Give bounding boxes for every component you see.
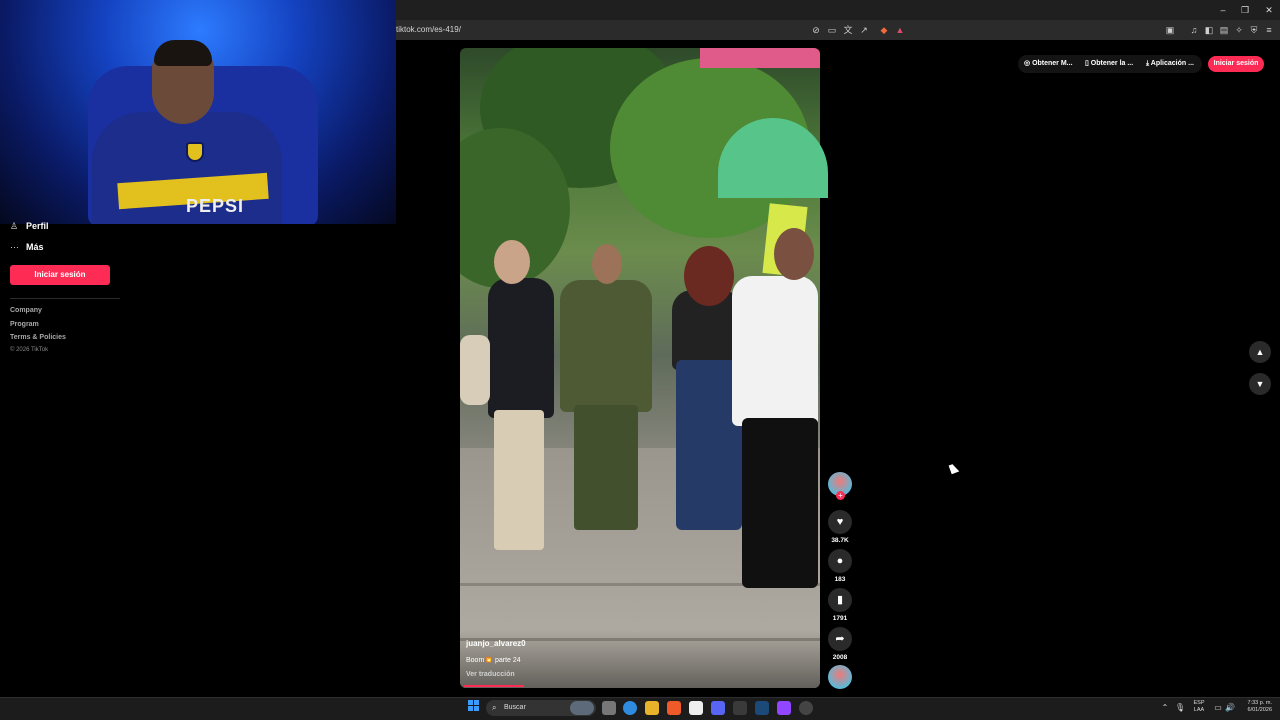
jersey-sponsor-logo: PEPSI: [186, 196, 245, 216]
webcam-overlay: PEPSI: [0, 0, 396, 224]
no-tracking-icon[interactable]: ⊘: [810, 24, 822, 36]
language-indicator[interactable]: ESP LAA: [1192, 700, 1206, 714]
vpn-icon[interactable]: ⛨: [1248, 24, 1260, 36]
discord-icon[interactable]: [711, 701, 725, 715]
header-login-button[interactable]: Iniciar sesión: [1208, 56, 1264, 72]
mouse-cursor-icon: [948, 462, 960, 475]
windows-start-icon[interactable]: [468, 700, 480, 712]
comment-icon: ●: [836, 555, 844, 567]
file-explorer-icon[interactable]: [645, 701, 659, 715]
clock-date: 6/01/2026: [1247, 707, 1272, 713]
save-count: 1791: [832, 615, 848, 622]
sidebar-item-profile[interactable]: ♙ Perfil: [10, 218, 49, 234]
maximize-icon[interactable]: ❐: [1238, 3, 1252, 17]
split-view-icon[interactable]: ◧: [1203, 24, 1215, 36]
terminal-icon[interactable]: [733, 701, 747, 715]
task-view-icon[interactable]: [602, 701, 616, 715]
footer-link-company[interactable]: Company: [10, 305, 42, 316]
get-app-button[interactable]: ▯ Obtener la ...: [1085, 57, 1133, 71]
see-translation-link[interactable]: Ver traducción: [466, 669, 515, 680]
clock-time: 7:33 p. m.: [1247, 700, 1272, 706]
microphone-icon[interactable]: 🎙: [1175, 703, 1185, 713]
login-button[interactable]: Iniciar sesión: [10, 265, 110, 285]
footer-link-program[interactable]: Program: [10, 319, 39, 330]
volume-icon[interactable]: 🔊: [1225, 703, 1235, 713]
get-m-label: Obtener M...: [1032, 60, 1073, 67]
sidebar-item-label: Perfil: [26, 221, 49, 231]
minimize-icon[interactable]: –: [1216, 3, 1230, 17]
search-icon: ⌕: [492, 703, 497, 712]
taskbar: [0, 697, 1280, 720]
previous-video-button[interactable]: ▲: [1249, 341, 1271, 363]
brave-shield-icon[interactable]: ◆: [878, 24, 890, 36]
twitch-icon[interactable]: [777, 701, 791, 715]
person-soldier: [560, 280, 652, 412]
video-caption: Boom💥 parte 24: [466, 657, 521, 664]
app-label: Aplicación ...: [1150, 60, 1194, 67]
sidebar-item-label: Más: [26, 242, 44, 252]
wallet-icon[interactable]: ▤: [1218, 24, 1230, 36]
get-m-button[interactable]: ◎ Obtener M...: [1024, 57, 1073, 71]
music-disc-avatar[interactable]: [828, 665, 852, 689]
follow-plus-icon[interactable]: +: [836, 491, 845, 500]
close-window-icon[interactable]: ✕: [1262, 3, 1276, 17]
music-icon[interactable]: ♫: [1188, 24, 1200, 36]
like-count: 38.7K: [831, 537, 849, 544]
obs-icon[interactable]: [799, 701, 813, 715]
tray-chevron-icon[interactable]: ⌃: [1160, 703, 1170, 713]
share-arrow-icon: ➦: [835, 633, 845, 645]
brave-browser-icon[interactable]: [667, 701, 681, 715]
divider: [10, 298, 120, 299]
steam-icon[interactable]: [755, 701, 769, 715]
extensions-icon[interactable]: ✧: [1233, 24, 1245, 36]
rewards-icon[interactable]: ▲: [894, 24, 906, 36]
url-text[interactable]: tiktok.com/es-419/: [396, 22, 776, 38]
save-button[interactable]: ▮: [828, 588, 852, 612]
translate-icon[interactable]: 文: [842, 24, 854, 36]
clock[interactable]: 7:33 p. m. 6/01/2026: [1238, 700, 1272, 714]
compass-icon: ◎: [1024, 60, 1033, 67]
person-icon: ♙: [10, 221, 19, 231]
comment-button[interactable]: ●: [828, 549, 852, 573]
language-code: ESP: [1193, 700, 1205, 706]
copyright: © 2026 TikTok: [10, 347, 49, 353]
next-video-button[interactable]: ▼: [1249, 373, 1271, 395]
language-layout: LAA: [1193, 707, 1205, 713]
chevron-down-icon: ▼: [1255, 379, 1265, 389]
calendar-app-icon[interactable]: [689, 701, 703, 715]
bookmark-icon: ▮: [836, 594, 844, 606]
get-app-label: Obtener la ...: [1090, 60, 1134, 67]
sidebar-item-more[interactable]: ··· Más: [10, 239, 44, 255]
share-button[interactable]: ➦: [828, 627, 852, 651]
sidebar-icon[interactable]: ▣: [1164, 24, 1176, 36]
comment-count: 183: [834, 576, 846, 583]
video-author[interactable]: juanjo_alvarez0: [466, 638, 526, 650]
like-button[interactable]: ♥: [828, 510, 852, 534]
app-button[interactable]: ⤓ Aplicación ...: [1146, 57, 1194, 71]
video-progress-bar[interactable]: [464, 685, 524, 687]
widgets-icon[interactable]: [570, 701, 594, 715]
menu-icon[interactable]: ≡: [1263, 24, 1275, 36]
heart-icon: ♥: [836, 516, 844, 528]
footer-link-terms[interactable]: Terms & Policies: [10, 332, 66, 343]
person-young-man: [732, 276, 818, 426]
screen-cast-icon[interactable]: ▭: [826, 24, 838, 36]
share-count: 2008: [832, 654, 848, 661]
share-icon[interactable]: ↗: [858, 24, 870, 36]
copilot-icon[interactable]: [623, 701, 637, 715]
network-icon[interactable]: ▭: [1213, 703, 1223, 713]
chevron-up-icon: ▲: [1255, 347, 1265, 357]
more-icon: ···: [10, 242, 19, 252]
person-elderly-man: [488, 278, 554, 418]
